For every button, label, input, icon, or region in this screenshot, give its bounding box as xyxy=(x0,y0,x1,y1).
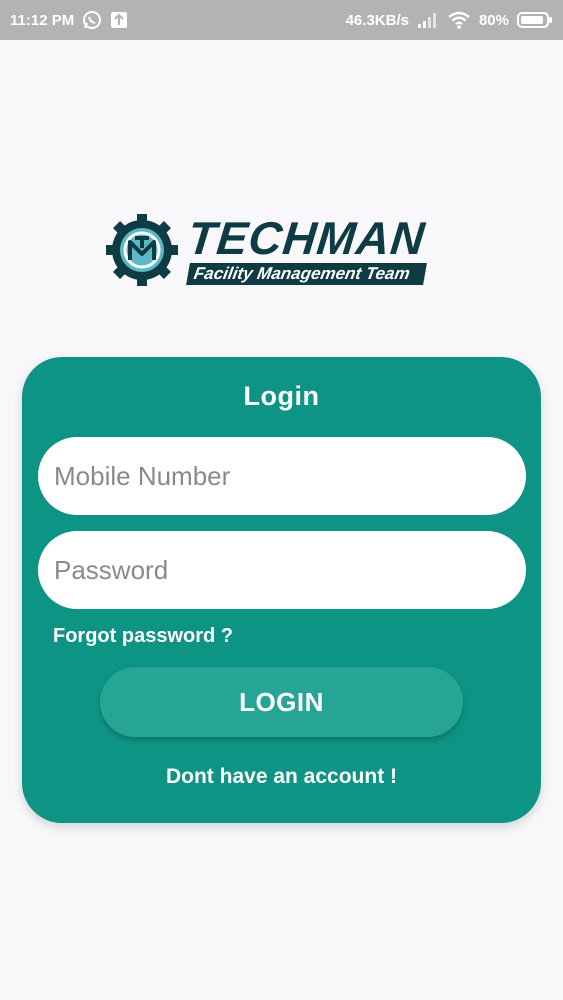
status-bar-left: 11:12 PM xyxy=(10,10,128,30)
mobile-number-input[interactable] xyxy=(54,437,526,515)
logo-brand: TECHMAN xyxy=(185,212,428,264)
forgot-password-link[interactable]: Forgot password ? xyxy=(53,625,233,648)
login-button[interactable]: LOGIN xyxy=(100,667,463,737)
login-title: Login xyxy=(243,381,320,411)
gear-logo-icon xyxy=(106,214,178,286)
techman-logo: TECHMAN Facility Management Team xyxy=(106,212,458,288)
whatsapp-icon xyxy=(82,10,102,30)
status-bar-right: 46.3KB/s 80% xyxy=(346,11,553,29)
battery-icon xyxy=(517,11,553,29)
password-field[interactable] xyxy=(38,531,526,609)
signup-link[interactable]: Dont have an account ! xyxy=(22,765,541,789)
logo-text: TECHMAN Facility Management Team xyxy=(185,212,428,285)
upload-icon xyxy=(110,11,128,29)
signal-icon xyxy=(417,12,439,28)
mobile-number-field[interactable] xyxy=(38,437,526,515)
password-input[interactable] xyxy=(54,531,526,609)
wifi-icon xyxy=(447,11,471,29)
network-speed: 46.3KB/s xyxy=(345,11,409,29)
logo-tagline: Facility Management Team xyxy=(186,263,427,285)
status-time: 11:12 PM xyxy=(10,11,75,29)
status-bar: 11:12 PM 46.3KB/s 80% xyxy=(0,0,563,40)
battery-percent: 80% xyxy=(478,11,509,29)
login-card: Login Forgot password ? LOGIN Dont have … xyxy=(22,357,541,823)
